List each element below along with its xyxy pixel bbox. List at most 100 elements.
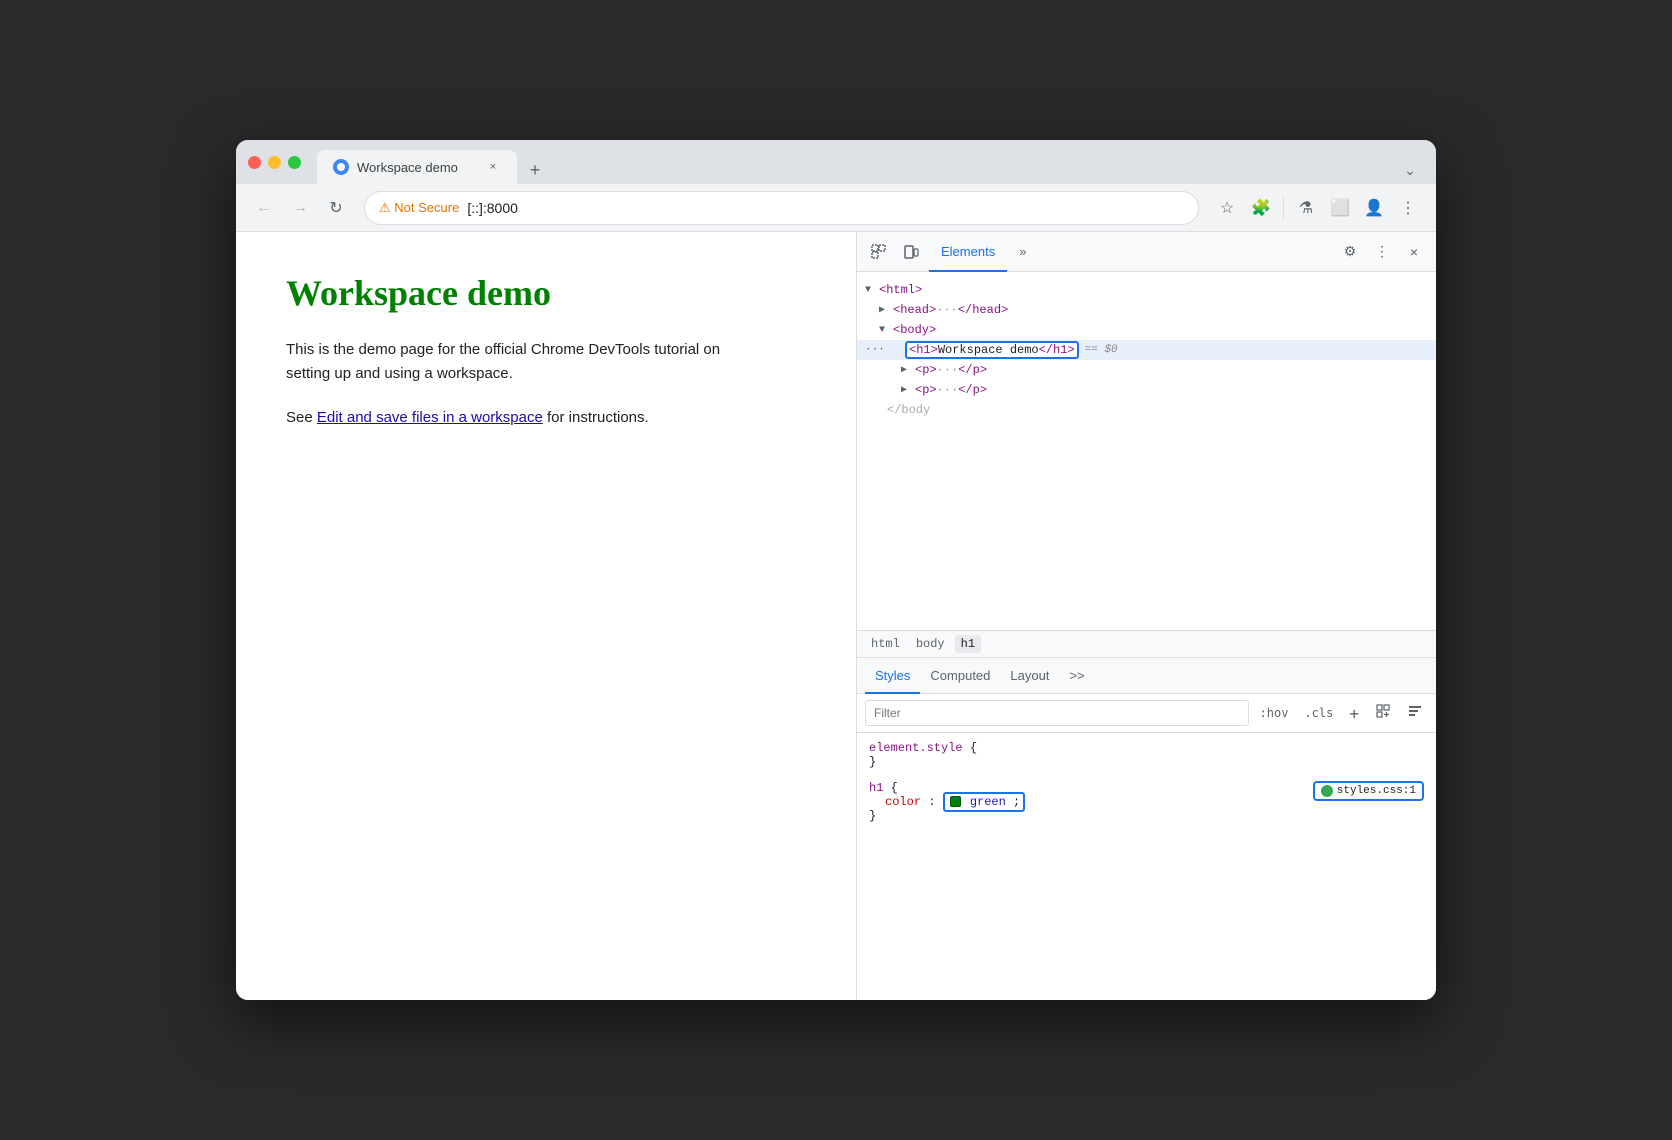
h1-color-property[interactable]: color xyxy=(885,795,921,809)
reload-button[interactable]: ↻ xyxy=(320,192,352,224)
dom-p1-line[interactable]: ▶ <p> ··· </p> xyxy=(857,360,1436,380)
h1-open-brace: { xyxy=(891,781,898,795)
body-close-tag: </bod xyxy=(887,403,923,417)
back-button[interactable]: ← xyxy=(248,192,280,224)
add-style-button[interactable]: + xyxy=(1344,702,1364,725)
h1-style-rule: h1 { styles.css:1 color : xyxy=(869,781,1424,823)
workspace-link[interactable]: Edit and save files in a workspace xyxy=(317,409,543,426)
device-toolbar-button[interactable] xyxy=(897,238,925,266)
styles-more-tabs[interactable]: >> xyxy=(1059,658,1094,694)
styles-panel: Styles Computed Layout >> :hov .cls + xyxy=(857,658,1436,1000)
styles-source-icon xyxy=(1321,785,1333,797)
computed-icon1-button[interactable] xyxy=(1370,701,1396,725)
devtools-breadcrumb: html body h1 xyxy=(857,630,1436,658)
h1-selector: h1 xyxy=(869,781,883,795)
styles-filter-input[interactable] xyxy=(865,700,1249,726)
nav-actions: ☆ 🧩 ⚗ ⬜ 👤 ⋮ xyxy=(1211,192,1424,224)
breadcrumb-body[interactable]: body xyxy=(910,635,951,653)
p2-expand-arrow[interactable]: ▶ xyxy=(901,384,915,396)
layout-tab[interactable]: Layout xyxy=(1000,658,1059,694)
element-style-close-line: } xyxy=(869,755,1424,769)
styles-toolbar: Styles Computed Layout >> xyxy=(857,658,1436,694)
dom-body-line[interactable]: ▼ <body> xyxy=(857,320,1436,340)
forward-button[interactable]: → xyxy=(284,192,316,224)
inspect-element-button[interactable] xyxy=(865,238,893,266)
h1-close-brace: } xyxy=(869,809,876,823)
elements-tab[interactable]: Elements xyxy=(929,232,1007,272)
security-warning: ⚠ Not Secure xyxy=(379,200,459,216)
p2-ellipsis: ··· xyxy=(937,383,959,397)
computed-icon2-button[interactable] xyxy=(1402,701,1428,725)
dom-eq-s0: == $0 xyxy=(1085,344,1118,356)
cls-button[interactable]: .cls xyxy=(1299,704,1338,722)
p1-open-tag: <p> xyxy=(915,363,937,377)
h1-open-tag: <h1> xyxy=(909,343,938,357)
split-view-button[interactable]: ⬜ xyxy=(1324,192,1356,224)
p1-ellipsis: ··· xyxy=(937,363,959,377)
minimize-traffic-light[interactable] xyxy=(268,156,281,169)
tab-bar: Workspace demo × + ⌄ xyxy=(317,140,1424,184)
breadcrumb-html[interactable]: html xyxy=(865,635,906,653)
head-expand-arrow[interactable]: ▶ xyxy=(879,304,893,316)
h1-close-tag: </h1> xyxy=(1039,343,1075,357)
dom-dots: ··· xyxy=(865,344,889,356)
devtools-close-button[interactable]: × xyxy=(1400,238,1428,266)
tab-close-button[interactable]: × xyxy=(485,159,501,175)
paragraph2-prefix: See xyxy=(286,409,317,426)
tab-favicon xyxy=(333,159,349,175)
styles-filter-bar: :hov .cls + xyxy=(857,694,1436,733)
hov-button[interactable]: :hov xyxy=(1255,704,1294,722)
head-close-tag: </head> xyxy=(958,303,1008,317)
menu-button[interactable]: ⋮ xyxy=(1392,192,1424,224)
devtools-settings-button[interactable]: ⚙ xyxy=(1336,238,1364,266)
dom-h1-line[interactable]: ··· <h1>Workspace demo</h1> == $0 xyxy=(857,340,1436,360)
active-tab[interactable]: Workspace demo × xyxy=(317,150,517,184)
main-content: Workspace demo This is the demo page for… xyxy=(236,232,1436,1000)
dom-body-close-line[interactable]: </body xyxy=(857,400,1436,420)
nav-bar: ← → ↻ ⚠ Not Secure [::]:8000 ☆ 🧩 ⚗ ⬜ 👤 ⋮ xyxy=(236,184,1436,232)
computed-tab[interactable]: Computed xyxy=(920,658,1000,694)
element-style-close-brace: } xyxy=(869,755,876,769)
styles-content: element.style { } h1 { xyxy=(857,733,1436,843)
h1-content: Workspace demo xyxy=(938,343,1039,357)
profile-button[interactable]: 👤 xyxy=(1358,192,1390,224)
title-bar: Workspace demo × + ⌄ xyxy=(236,140,1436,184)
tab-title: Workspace demo xyxy=(357,160,477,175)
color-swatch[interactable] xyxy=(950,796,961,807)
devtools-panel: Elements » ⚙ ⋮ × ▼ <html> ▶ <head> xyxy=(856,232,1436,1000)
page-paragraph2: See Edit and save files in a workspace f… xyxy=(286,406,726,430)
dom-head-line[interactable]: ▶ <head> ··· </head> xyxy=(857,300,1436,320)
head-open-tag: <head> xyxy=(893,303,936,317)
bookmark-button[interactable]: ☆ xyxy=(1211,192,1243,224)
styles-source-link[interactable]: styles.css:1 xyxy=(1313,781,1424,801)
new-tab-button[interactable]: + xyxy=(521,156,549,184)
devtools-menu-button[interactable]: ⋮ xyxy=(1368,238,1396,266)
address-url: [::]:8000 xyxy=(467,200,518,216)
p1-expand-arrow[interactable]: ▶ xyxy=(901,364,915,376)
close-traffic-light[interactable] xyxy=(248,156,261,169)
body-expand-arrow[interactable]: ▼ xyxy=(879,325,893,336)
h1-highlight: <h1>Workspace demo</h1> xyxy=(905,341,1079,359)
devtools-more-tabs[interactable]: » xyxy=(1007,232,1038,272)
html-tag: <html> xyxy=(879,283,922,297)
lab-button[interactable]: ⚗ xyxy=(1290,192,1322,224)
dom-html-line[interactable]: ▼ <html> xyxy=(857,280,1436,300)
p2-open-tag: <p> xyxy=(915,383,937,397)
html-expand-arrow[interactable]: ▼ xyxy=(865,285,879,296)
p1-close-tag: </p> xyxy=(958,363,987,377)
p2-close-tag: </p> xyxy=(958,383,987,397)
styles-source-file: styles.css:1 xyxy=(1337,785,1416,797)
dom-p2-line[interactable]: ▶ <p> ··· </p> xyxy=(857,380,1436,400)
element-style-rule: element.style { } xyxy=(869,741,1424,769)
body-open-tag: <body> xyxy=(893,323,936,337)
tab-dropdown-button[interactable]: ⌄ xyxy=(1396,156,1424,184)
fullscreen-traffic-light[interactable] xyxy=(288,156,301,169)
styles-tab[interactable]: Styles xyxy=(865,658,920,694)
h1-semicolon: ; xyxy=(1013,795,1020,809)
breadcrumb-h1[interactable]: h1 xyxy=(955,635,981,653)
h1-colon: : xyxy=(928,795,942,809)
extensions-button[interactable]: 🧩 xyxy=(1245,192,1277,224)
address-bar[interactable]: ⚠ Not Secure [::]:8000 xyxy=(364,191,1199,225)
body-partial: y xyxy=(923,403,930,417)
h1-color-value[interactable]: green xyxy=(970,795,1006,809)
